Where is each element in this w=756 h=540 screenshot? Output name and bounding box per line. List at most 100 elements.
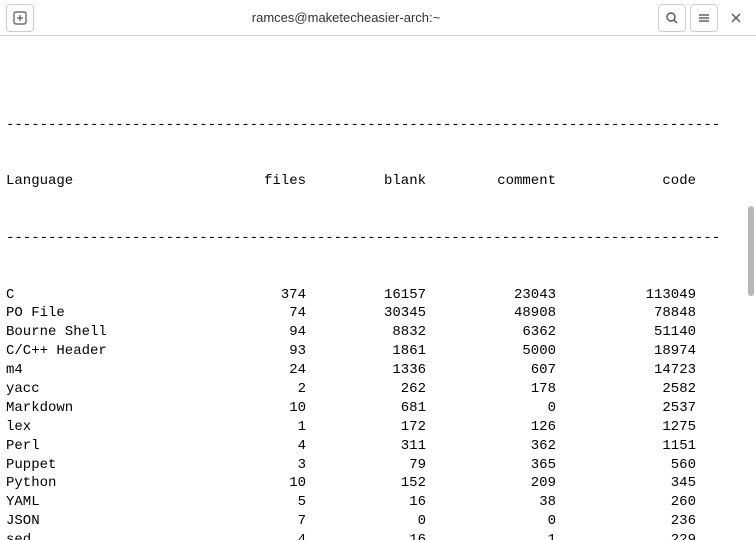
cell-code: 113049 bbox=[556, 286, 696, 305]
table-row: C3741615723043113049 bbox=[6, 286, 750, 305]
cell-comment: 48908 bbox=[426, 304, 556, 323]
cell-language: Python bbox=[6, 474, 216, 493]
cell-language: Bourne Shell bbox=[6, 323, 216, 342]
scrollbar-thumb[interactable] bbox=[748, 206, 754, 296]
header-language: Language bbox=[6, 172, 216, 191]
cell-language: sed bbox=[6, 531, 216, 540]
cell-language: PO File bbox=[6, 304, 216, 323]
cell-blank: 30345 bbox=[306, 304, 426, 323]
cell-comment: 362 bbox=[426, 437, 556, 456]
plus-box-icon bbox=[13, 11, 27, 25]
cell-code: 260 bbox=[556, 493, 696, 512]
cell-files: 10 bbox=[216, 474, 306, 493]
cell-files: 4 bbox=[216, 531, 306, 540]
window-title: ramces@maketecheasier-arch:~ bbox=[34, 10, 658, 25]
cell-comment: 607 bbox=[426, 361, 556, 380]
cell-blank: 1336 bbox=[306, 361, 426, 380]
titlebar-right bbox=[658, 4, 750, 32]
header-comment: comment bbox=[426, 172, 556, 191]
table-row: m424133660714723 bbox=[6, 361, 750, 380]
header-blank: blank bbox=[306, 172, 426, 191]
terminal-area[interactable]: ----------------------------------------… bbox=[0, 36, 756, 540]
search-button[interactable] bbox=[658, 4, 686, 32]
cell-blank: 311 bbox=[306, 437, 426, 456]
cell-files: 93 bbox=[216, 342, 306, 361]
cell-files: 1 bbox=[216, 418, 306, 437]
cell-blank: 262 bbox=[306, 380, 426, 399]
cell-code: 1275 bbox=[556, 418, 696, 437]
cell-code: 2537 bbox=[556, 399, 696, 418]
cell-blank: 8832 bbox=[306, 323, 426, 342]
cell-files: 24 bbox=[216, 361, 306, 380]
table-header: Language files blank comment code bbox=[6, 172, 750, 191]
close-button[interactable] bbox=[722, 4, 750, 32]
table-row: Python10152209345 bbox=[6, 474, 750, 493]
table-row: PO File74303454890878848 bbox=[6, 304, 750, 323]
cell-comment: 0 bbox=[426, 399, 556, 418]
table-row: sed4161229 bbox=[6, 531, 750, 540]
cell-language: JSON bbox=[6, 512, 216, 531]
cell-comment: 1 bbox=[426, 531, 556, 540]
cell-blank: 172 bbox=[306, 418, 426, 437]
cell-comment: 365 bbox=[426, 456, 556, 475]
cell-code: 560 bbox=[556, 456, 696, 475]
cell-files: 74 bbox=[216, 304, 306, 323]
cell-blank: 79 bbox=[306, 456, 426, 475]
cell-comment: 178 bbox=[426, 380, 556, 399]
cell-blank: 0 bbox=[306, 512, 426, 531]
cell-code: 51140 bbox=[556, 323, 696, 342]
new-tab-button[interactable] bbox=[6, 4, 34, 32]
table-row: Puppet379365560 bbox=[6, 456, 750, 475]
cell-files: 4 bbox=[216, 437, 306, 456]
cell-files: 94 bbox=[216, 323, 306, 342]
cell-code: 2582 bbox=[556, 380, 696, 399]
cell-code: 14723 bbox=[556, 361, 696, 380]
cell-language: Puppet bbox=[6, 456, 216, 475]
search-icon bbox=[665, 11, 679, 25]
dash-line-top: ----------------------------------------… bbox=[6, 116, 750, 135]
menu-button[interactable] bbox=[690, 4, 718, 32]
cell-code: 1151 bbox=[556, 437, 696, 456]
header-files: files bbox=[216, 172, 306, 191]
cell-blank: 16 bbox=[306, 493, 426, 512]
cell-language: YAML bbox=[6, 493, 216, 512]
table-row: Bourne Shell948832636251140 bbox=[6, 323, 750, 342]
cell-files: 3 bbox=[216, 456, 306, 475]
table-row: YAML51638260 bbox=[6, 493, 750, 512]
cell-language: C/C++ Header bbox=[6, 342, 216, 361]
terminal-output: ----------------------------------------… bbox=[6, 78, 750, 540]
cell-language: m4 bbox=[6, 361, 216, 380]
table-row: C/C++ Header931861500018974 bbox=[6, 342, 750, 361]
scrollbar-track[interactable] bbox=[746, 36, 756, 540]
cell-blank: 1861 bbox=[306, 342, 426, 361]
table-row: JSON700236 bbox=[6, 512, 750, 531]
close-icon bbox=[730, 12, 742, 24]
cell-files: 374 bbox=[216, 286, 306, 305]
cell-comment: 38 bbox=[426, 493, 556, 512]
cell-blank: 16 bbox=[306, 531, 426, 540]
titlebar: ramces@maketecheasier-arch:~ bbox=[0, 0, 756, 36]
cell-files: 7 bbox=[216, 512, 306, 531]
table-body: C3741615723043113049PO File7430345489087… bbox=[6, 286, 750, 540]
table-row: Markdown1068102537 bbox=[6, 399, 750, 418]
table-row: yacc22621782582 bbox=[6, 380, 750, 399]
cell-code: 345 bbox=[556, 474, 696, 493]
cell-code: 236 bbox=[556, 512, 696, 531]
cell-code: 229 bbox=[556, 531, 696, 540]
cell-files: 2 bbox=[216, 380, 306, 399]
cell-blank: 16157 bbox=[306, 286, 426, 305]
table-row: Perl43113621151 bbox=[6, 437, 750, 456]
header-code: code bbox=[556, 172, 696, 191]
cell-comment: 126 bbox=[426, 418, 556, 437]
cell-comment: 6362 bbox=[426, 323, 556, 342]
table-row: lex11721261275 bbox=[6, 418, 750, 437]
cell-code: 78848 bbox=[556, 304, 696, 323]
cell-language: C bbox=[6, 286, 216, 305]
cell-comment: 0 bbox=[426, 512, 556, 531]
cell-blank: 152 bbox=[306, 474, 426, 493]
cell-comment: 5000 bbox=[426, 342, 556, 361]
titlebar-left bbox=[6, 4, 34, 32]
dash-line-mid: ----------------------------------------… bbox=[6, 229, 750, 248]
cell-code: 18974 bbox=[556, 342, 696, 361]
cell-language: Perl bbox=[6, 437, 216, 456]
